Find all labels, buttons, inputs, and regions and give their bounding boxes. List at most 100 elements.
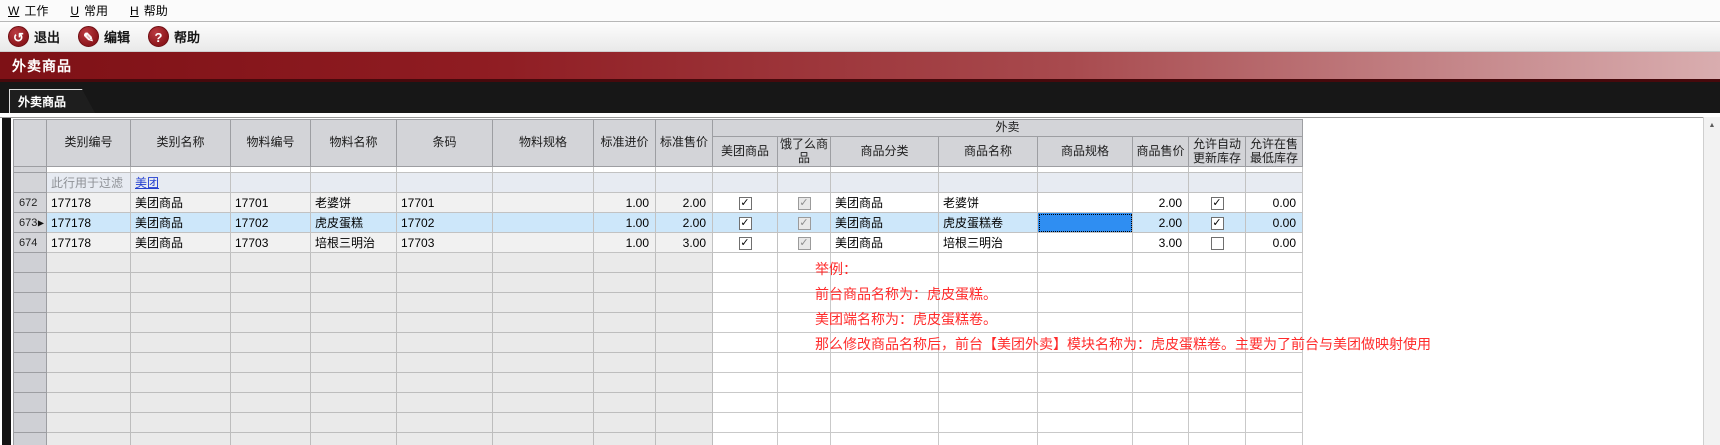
annotation-line: 那么修改商品名称后，前台【美团外卖】模块名称为：虎皮蛋糕卷。主要为了前台与美团做… <box>815 336 1431 352</box>
cell-category-no[interactable]: 177178 <box>46 232 131 254</box>
cell-product-price[interactable]: 2.00 <box>1132 212 1189 234</box>
col-header-category-no[interactable]: 类别编号 <box>46 118 131 168</box>
col-header-product-spec[interactable]: 商品规格 <box>1037 135 1133 168</box>
cell-category-name[interactable]: 美团商品 <box>130 212 231 234</box>
col-header-item-no[interactable]: 物料编号 <box>230 118 311 168</box>
menu-label: 常用 <box>84 4 109 18</box>
col-header-item-name[interactable]: 物料名称 <box>310 118 397 168</box>
col-header-category-name[interactable]: 类别名称 <box>130 118 231 168</box>
cell-std-cost[interactable]: 1.00 <box>593 192 656 214</box>
col-header-product-category[interactable]: 商品分类 <box>830 135 939 168</box>
row-number-cell[interactable]: 672 <box>13 192 47 214</box>
cell-item-name-highlighted[interactable]: 虎皮蛋糕 <box>310 212 397 234</box>
cell-product-spec-focused[interactable] <box>1037 212 1133 234</box>
cell-category-no[interactable]: 177178 <box>46 212 131 234</box>
filter-value-link[interactable]: 美团 <box>135 176 159 190</box>
auto-update-checkbox[interactable] <box>1210 237 1224 251</box>
cell-item-no[interactable]: 17701 <box>230 192 311 214</box>
cell-auto-update-stock <box>1188 232 1246 254</box>
menu-item-work[interactable]: W 工作 <box>8 2 48 19</box>
col-header-product-name[interactable]: 商品名称 <box>938 135 1038 168</box>
help-button-label: 帮助 <box>174 30 201 45</box>
cell-category-name[interactable]: 美团商品 <box>130 192 231 214</box>
cell-product-category[interactable]: 美团商品 <box>830 192 939 214</box>
cell-auto-update-stock: ✓ <box>1188 192 1246 214</box>
cell-product-category[interactable]: 美团商品 <box>830 212 939 234</box>
eleme-checkbox: ✓ <box>797 217 811 231</box>
auto-update-checkbox[interactable]: ✓ <box>1210 197 1224 211</box>
cell-std-price[interactable]: 2.00 <box>655 212 713 234</box>
cell-product-name[interactable]: 老婆饼 <box>938 192 1038 214</box>
menu-mnemonic: U <box>70 3 80 18</box>
cell-category-name[interactable]: 美团商品 <box>130 232 231 254</box>
scroll-up-icon: ▲ <box>1708 122 1716 129</box>
cell-item-no[interactable]: 17702 <box>230 212 311 234</box>
menu-item-common[interactable]: U 常用 <box>70 2 108 19</box>
cell-eleme-product: ✓ <box>777 212 831 234</box>
cell-category-no[interactable]: 177178 <box>46 192 131 214</box>
annotation-line: 美团端名称为：虎皮蛋糕卷。 <box>815 311 997 327</box>
cell-std-cost[interactable]: 1.00 <box>593 212 656 234</box>
filter-hint-cell[interactable]: 此行用于过滤 <box>46 172 131 194</box>
cell-eleme-product: ✓ <box>777 232 831 254</box>
meituan-checkbox[interactable]: ✓ <box>738 197 752 211</box>
filter-value-cell[interactable]: 美团 <box>130 172 231 194</box>
pencil-icon: ✎ <box>78 26 100 47</box>
cell-item-name[interactable]: 老婆饼 <box>310 192 397 214</box>
annotation-line: 前台商品名称为：虎皮蛋糕。 <box>815 286 997 302</box>
eleme-checkbox: ✓ <box>797 197 811 211</box>
auto-update-checkbox[interactable]: ✓ <box>1210 217 1224 231</box>
table-row: 674 177178 美团商品 17703 培根三明治 17703 1.00 3… <box>13 232 1304 254</box>
row-number-cell[interactable]: 673 ▶ <box>13 212 47 234</box>
cell-item-spec[interactable] <box>492 212 594 234</box>
meituan-checkbox[interactable]: ✓ <box>738 237 752 251</box>
current-row-marker-icon: ▶ <box>37 218 44 228</box>
app-window: W 工作 U 常用 H 帮助 ↺ 退出 ✎ 编辑 ? 帮助 外卖商品 外卖商品 <box>0 0 1720 445</box>
col-header-barcode[interactable]: 条码 <box>396 118 493 168</box>
cell-barcode[interactable]: 17702 <box>396 212 493 234</box>
annotation-note: 举例： 前台商品名称为：虎皮蛋糕。 美团端名称为：虎皮蛋糕卷。 那么修改商品名称… <box>815 257 1431 357</box>
cell-std-cost[interactable]: 1.00 <box>593 232 656 254</box>
help-button[interactable]: ? 帮助 <box>148 26 200 47</box>
scroll-up-button[interactable]: ▲ <box>1704 117 1720 134</box>
tab-waimai-products[interactable]: 外卖商品 <box>9 89 95 113</box>
cell-meituan-product: ✓ <box>712 212 778 234</box>
table-row-current: 673 ▶ 177178 美团商品 17702 虎皮蛋糕 17702 1.00 2… <box>13 212 1304 234</box>
cell-item-spec[interactable] <box>492 232 594 254</box>
row-number-cell[interactable]: 674 <box>13 232 47 254</box>
col-header-product-price[interactable]: 商品售价 <box>1132 135 1189 168</box>
cell-min-stock[interactable]: 0.00 <box>1244 192 1304 214</box>
cell-product-spec[interactable] <box>1037 232 1133 254</box>
cell-item-spec[interactable] <box>492 192 594 214</box>
cell-eleme-product: ✓ <box>777 192 831 214</box>
empty-grid-row <box>13 412 1304 434</box>
cell-product-spec[interactable] <box>1037 192 1133 214</box>
cell-std-price[interactable]: 3.00 <box>655 232 713 254</box>
menu-item-help[interactable]: H 帮助 <box>130 2 168 19</box>
cell-std-price[interactable]: 2.00 <box>655 192 713 214</box>
cell-product-category[interactable]: 美团商品 <box>830 232 939 254</box>
empty-grid-row <box>13 432 1304 445</box>
col-header-std-price[interactable]: 标准售价 <box>655 118 713 168</box>
col-header-meituan-product[interactable]: 美团商品 <box>712 135 778 168</box>
exit-button[interactable]: ↺ 退出 <box>8 26 60 47</box>
col-header-item-spec[interactable]: 物料规格 <box>492 118 594 168</box>
cell-product-price[interactable]: 2.00 <box>1132 192 1189 214</box>
cell-product-name-highlighted[interactable]: 虎皮蛋糕卷 <box>938 212 1038 234</box>
cell-product-price[interactable]: 3.00 <box>1132 232 1189 254</box>
meituan-checkbox[interactable]: ✓ <box>738 217 752 231</box>
col-header-std-cost[interactable]: 标准进价 <box>593 118 656 168</box>
col-header-eleme-product[interactable]: 饿了么商品 <box>777 135 831 168</box>
cell-barcode[interactable]: 17703 <box>396 232 493 254</box>
cell-min-stock[interactable]: 0.00 <box>1244 212 1304 234</box>
cell-item-name[interactable]: 培根三明治 <box>310 232 397 254</box>
edit-button[interactable]: ✎ 编辑 <box>78 26 130 47</box>
col-header-auto-update-stock[interactable]: 允许自动更新库存 <box>1188 135 1246 168</box>
cell-min-stock[interactable]: 0.00 <box>1244 232 1304 254</box>
vertical-scrollbar[interactable]: ▲ <box>1703 117 1720 445</box>
col-header-min-stock[interactable]: 允许在售最低库存 <box>1244 135 1304 168</box>
filter-hint: 此行用于过滤 <box>51 176 124 191</box>
cell-item-no[interactable]: 17703 <box>230 232 311 254</box>
cell-product-name[interactable]: 培根三明治 <box>938 232 1038 254</box>
cell-barcode[interactable]: 17701 <box>396 192 493 214</box>
